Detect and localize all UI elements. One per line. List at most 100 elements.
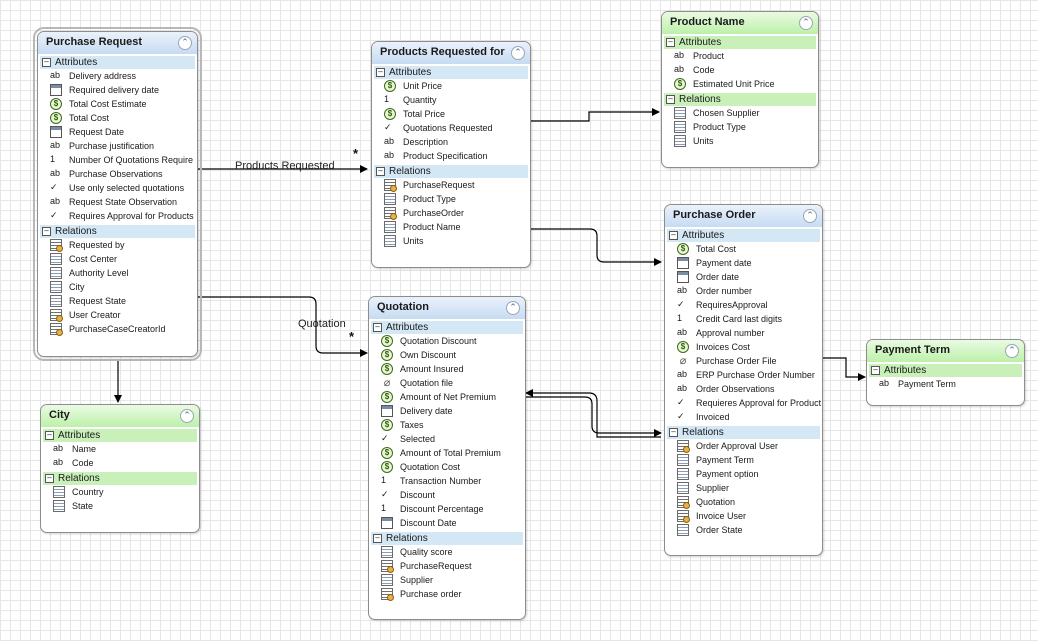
attribute-row[interactable]: Delivery date xyxy=(369,404,525,418)
minus-icon[interactable]: – xyxy=(376,167,385,176)
attribute-row[interactable]: ✓ Requieres Approval for Product xyxy=(665,396,822,410)
relation-row[interactable]: Purchase order xyxy=(369,587,525,601)
attribute-row[interactable]: 1 Quantity xyxy=(372,93,530,107)
minus-icon[interactable]: – xyxy=(376,68,385,77)
entity-header[interactable]: Purchase Request ⌃ xyxy=(38,32,197,54)
attributes-section-header[interactable]: – Attributes xyxy=(667,229,820,242)
entity-products-requested[interactable]: Products Requested for Pro⌃ –Attributes$U… xyxy=(371,41,531,268)
minus-icon[interactable]: – xyxy=(666,38,675,47)
entity-purchase-order[interactable]: Purchase Order ⌃ – Attributes $ Total Cost Pay… xyxy=(664,204,823,556)
attribute-row[interactable]: $ Total Cost Estimate xyxy=(38,97,197,111)
attribute-row[interactable]: ab Approval number xyxy=(665,326,822,340)
attribute-row[interactable]: $ Estimated Unit Price xyxy=(662,77,818,91)
relation-row[interactable]: Chosen Supplier xyxy=(662,106,818,120)
entity-header[interactable]: City ⌃ xyxy=(41,405,199,427)
attribute-row[interactable]: Order date xyxy=(665,270,822,284)
attribute-row[interactable]: $ Taxes xyxy=(369,418,525,432)
relation-row[interactable]: Units xyxy=(662,134,818,148)
attribute-row[interactable]: ⌀ Purchase Order File xyxy=(665,354,822,368)
attribute-row[interactable]: ab Code xyxy=(662,63,818,77)
attribute-row[interactable]: $ Total Cost xyxy=(665,242,822,256)
relations-section-header[interactable]: – Relations xyxy=(664,93,816,106)
attribute-row[interactable]: ⌀ Quotation file xyxy=(369,376,525,390)
relation-row[interactable]: PurchaseCaseCreatorId xyxy=(38,322,197,336)
relation-row[interactable]: Payment Term xyxy=(665,453,822,467)
minus-icon[interactable]: – xyxy=(669,231,678,240)
relations-section-header[interactable]: – Relations xyxy=(667,426,820,439)
attribute-row[interactable]: ab Payment Term xyxy=(867,377,1024,391)
entity-header[interactable]: Purchase Order ⌃ xyxy=(665,205,822,227)
attribute-row[interactable]: ab Product Specification xyxy=(372,149,530,163)
relation-row[interactable]: User Creator xyxy=(38,308,197,322)
minus-icon[interactable]: – xyxy=(373,323,382,332)
attribute-row[interactable]: ab Order Observations xyxy=(665,382,822,396)
entity-quotation[interactable]: Quotation ⌃ – Attributes $ Quotation Discount… xyxy=(368,296,526,620)
relation-row[interactable]: Authority Level xyxy=(38,266,197,280)
relations-section-header[interactable]: – Relations xyxy=(371,532,523,545)
entity-header[interactable]: Quotation ⌃ xyxy=(369,297,525,319)
relation-row[interactable]: Invoice User xyxy=(665,509,822,523)
attributes-section-header[interactable]: – Attributes xyxy=(40,56,195,69)
attribute-row[interactable]: ab Order number xyxy=(665,284,822,298)
relation-row[interactable]: Quality score xyxy=(369,545,525,559)
minus-icon[interactable]: – xyxy=(45,431,54,440)
minus-icon[interactable]: – xyxy=(666,95,675,104)
relation-row[interactable]: City xyxy=(38,280,197,294)
relations-section-header[interactable]: – Relations xyxy=(40,225,195,238)
relation-row[interactable]: Order Approval User xyxy=(665,439,822,453)
attributes-section-header[interactable]: – Attributes xyxy=(43,429,197,442)
attribute-row[interactable]: $ Quotation Cost xyxy=(369,460,525,474)
collapse-icon[interactable]: ⌃ xyxy=(1005,344,1019,358)
attribute-row[interactable]: $ Amount of Total Premium xyxy=(369,446,525,460)
relation-row[interactable]: Payment option xyxy=(665,467,822,481)
relation-row[interactable]: Supplier xyxy=(369,573,525,587)
attribute-row[interactable]: ab Purchase justification xyxy=(38,139,197,153)
attribute-row[interactable]: $ Total Price xyxy=(372,107,530,121)
attribute-row[interactable]: $ Own Discount xyxy=(369,348,525,362)
relation-row[interactable]: PurchaseRequest xyxy=(369,559,525,573)
attribute-row[interactable]: Payment date xyxy=(665,256,822,270)
collapse-icon[interactable]: ⌃ xyxy=(506,301,520,315)
attribute-row[interactable]: ✓ Requires Approval for Products xyxy=(38,209,197,223)
attribute-row[interactable]: ab Description xyxy=(372,135,530,149)
attribute-row[interactable]: ab Name xyxy=(41,442,199,456)
attributes-section-header[interactable]: – Attributes xyxy=(374,66,528,79)
collapse-icon[interactable]: ⌃ xyxy=(799,16,813,30)
attribute-row[interactable]: $ Quotation Discount xyxy=(369,334,525,348)
relation-row[interactable]: Product Type xyxy=(662,120,818,134)
relation-row[interactable]: PurchaseRequest xyxy=(372,178,530,192)
attribute-row[interactable]: $ Unit Price xyxy=(372,79,530,93)
relation-row[interactable]: Order State xyxy=(665,523,822,537)
relations-section-header[interactable]: – Relations xyxy=(374,165,528,178)
attributes-section-header[interactable]: – Attributes xyxy=(869,364,1022,377)
attribute-row[interactable]: Discount Date xyxy=(369,516,525,530)
entity-purchase-request[interactable]: Purchase Request ⌃ – Attributes ab Delivery a… xyxy=(33,27,202,361)
attribute-row[interactable]: ab Request State Observation xyxy=(38,195,197,209)
entity-header[interactable]: Products Requested for Pro ⌃ xyxy=(372,42,530,64)
entity-product-name[interactable]: Product Name ⌃ – Attributes ab Product ab Code $… xyxy=(661,11,819,168)
relation-row[interactable]: Quotation xyxy=(665,495,822,509)
relation-row[interactable]: PurchaseOrder xyxy=(372,206,530,220)
attribute-row[interactable]: 1 Number Of Quotations Require xyxy=(38,153,197,167)
minus-icon[interactable]: – xyxy=(373,534,382,543)
relation-row[interactable]: Product Name xyxy=(372,220,530,234)
minus-icon[interactable]: – xyxy=(42,227,51,236)
collapse-icon[interactable]: ⌃ xyxy=(178,36,192,50)
relation-row[interactable]: Cost Center xyxy=(38,252,197,266)
attribute-row[interactable]: ✓ Use only selected quotations xyxy=(38,181,197,195)
relation-row[interactable]: Requested by xyxy=(38,238,197,252)
relation-row[interactable]: Supplier xyxy=(665,481,822,495)
attribute-row[interactable]: 1 Discount Percentage xyxy=(369,502,525,516)
relations-section-header[interactable]: – Relations xyxy=(43,472,197,485)
attribute-row[interactable]: ab Product xyxy=(662,49,818,63)
entity-header[interactable]: Product Name ⌃ xyxy=(662,12,818,34)
attribute-row[interactable]: $ Amount of Net Premium xyxy=(369,390,525,404)
attribute-row[interactable]: ✓ Quotations Requested xyxy=(372,121,530,135)
collapse-icon[interactable]: ⌃ xyxy=(511,46,525,60)
entity-payment-term[interactable]: Payment Term ⌃ – Attributes ab Payment Term xyxy=(866,339,1025,406)
attribute-row[interactable]: Required delivery date xyxy=(38,83,197,97)
entity-header[interactable]: Payment Term ⌃ xyxy=(867,340,1024,362)
attribute-row[interactable]: 1 Transaction Number xyxy=(369,474,525,488)
attribute-row[interactable]: ✓ Selected xyxy=(369,432,525,446)
collapse-icon[interactable]: ⌃ xyxy=(803,209,817,223)
